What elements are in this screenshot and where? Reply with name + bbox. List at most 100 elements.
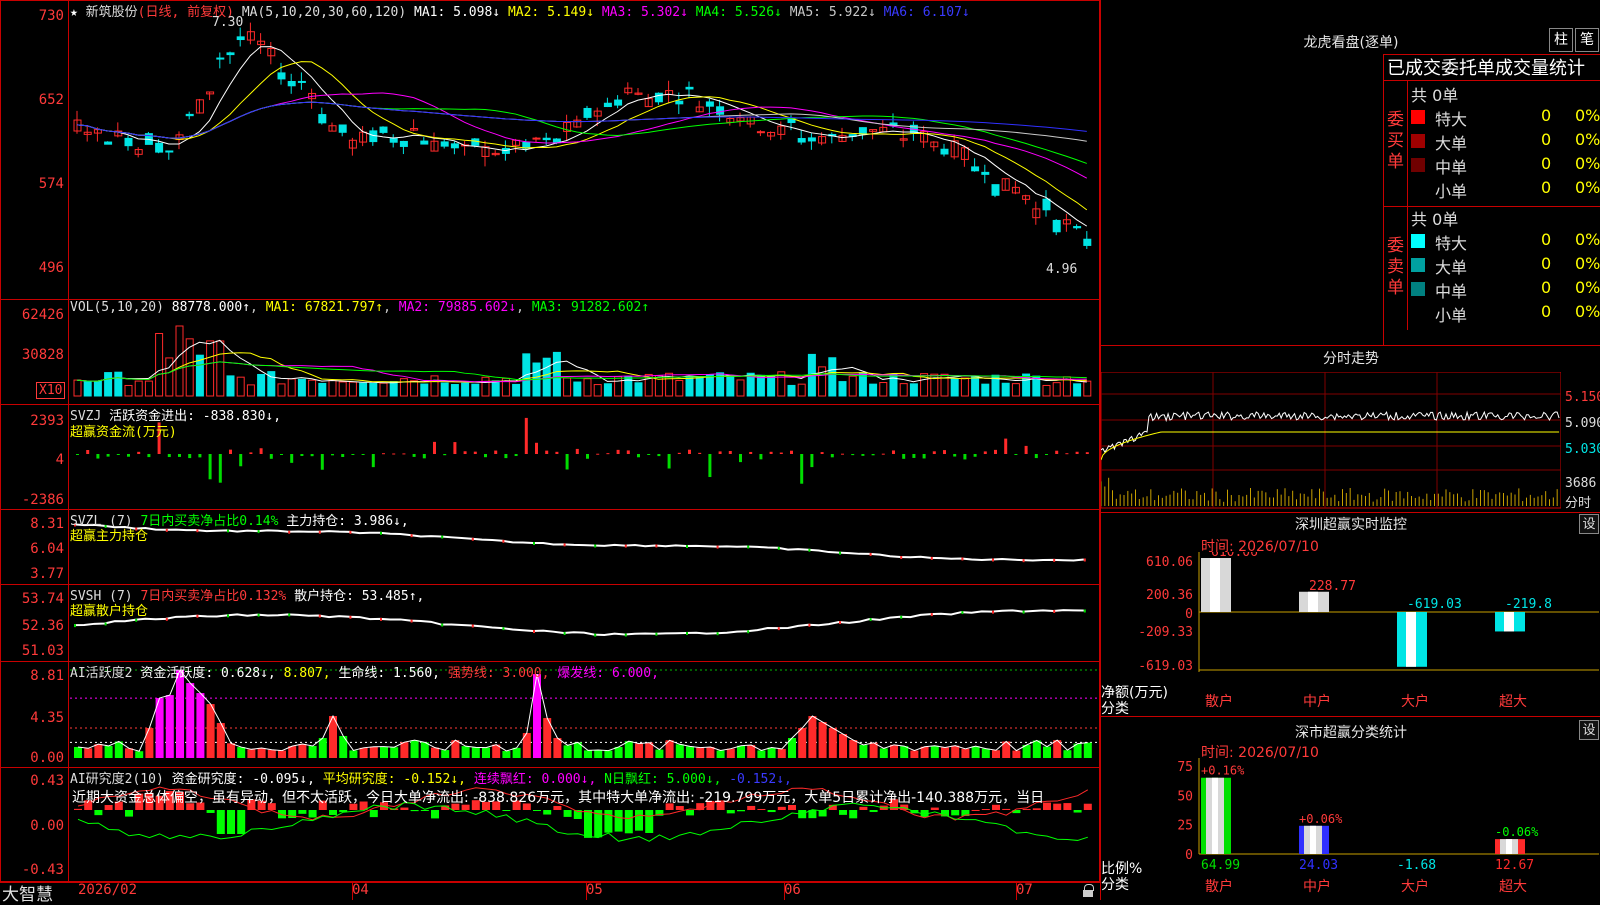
volume-bar bbox=[104, 372, 113, 397]
sz-monitor-category: 超大 bbox=[1499, 694, 1527, 710]
fund-flow-bar bbox=[494, 450, 498, 454]
volume-bar bbox=[440, 382, 449, 397]
fund-flow-bar bbox=[667, 454, 671, 469]
ai-research-comment: 近期大资金总体偏空，虽有异动，但不太活跃，今日大单净流出: -838.826万元… bbox=[72, 790, 1045, 806]
fund-flow-bar bbox=[830, 454, 834, 458]
research-bar bbox=[757, 808, 766, 810]
retail-position-line-dot bbox=[686, 631, 688, 635]
volume-chart[interactable] bbox=[70, 318, 1100, 398]
activity-bar bbox=[1032, 740, 1041, 758]
main-position-line-dot bbox=[502, 539, 505, 543]
fund-flow-bar bbox=[239, 454, 243, 467]
candle-body bbox=[93, 129, 102, 134]
main-position-line-dot bbox=[624, 544, 627, 548]
sell-row-pct: 0% bbox=[1575, 278, 1600, 297]
activity-bar bbox=[594, 750, 603, 758]
activity-bar bbox=[227, 743, 235, 758]
volume-bar bbox=[685, 375, 694, 397]
main-position-line bbox=[73, 523, 1084, 562]
activity-bar bbox=[767, 747, 776, 758]
volume-bar bbox=[705, 374, 714, 397]
kline-header: ★ 新筑股份(日线, 前复权) MA(5,10,20,30,60,120) MA… bbox=[70, 1, 970, 20]
research-bar bbox=[227, 810, 235, 834]
volume-bar bbox=[583, 378, 592, 397]
activity-bar bbox=[696, 747, 705, 758]
research-bar bbox=[1022, 809, 1031, 811]
bar-view-button[interactable]: 柱 bbox=[1549, 28, 1573, 52]
research-bar bbox=[1073, 810, 1082, 813]
candle-body bbox=[420, 140, 429, 145]
sz-monitor-bar-highlight bbox=[1406, 612, 1416, 667]
fund-flow-bar bbox=[504, 454, 508, 459]
sell-row-count: 0 bbox=[1541, 302, 1552, 321]
fund-flow-bar bbox=[341, 454, 345, 458]
fund-flow-bar bbox=[718, 451, 722, 454]
retail-position-line-dot bbox=[930, 613, 933, 617]
volume-bar bbox=[450, 384, 459, 397]
vol-unit-box: X10 bbox=[36, 382, 66, 399]
retail-position-line-dot bbox=[747, 630, 750, 634]
fund-flow-bar bbox=[759, 454, 763, 460]
buy-row-pct: 0% bbox=[1575, 154, 1600, 173]
candle-body bbox=[542, 137, 551, 141]
volume-bar bbox=[1001, 382, 1010, 397]
fund-flow-bar bbox=[249, 452, 253, 454]
fund-flow-bar bbox=[647, 454, 651, 455]
activity-bar bbox=[624, 741, 633, 758]
main-chart-area[interactable]: ★ 新筑股份(日线, 前复权) MA(5,10,20,30,60,120) MA… bbox=[0, 0, 1100, 905]
fund-flow-bar bbox=[708, 454, 712, 478]
intraday-price-tick: 5.030 bbox=[1565, 442, 1600, 457]
volume-bar bbox=[675, 380, 684, 397]
research-bar bbox=[298, 810, 307, 814]
kline-chart[interactable] bbox=[70, 20, 1100, 298]
sz-monitor-ytick: -209.33 bbox=[1138, 625, 1193, 640]
sz-monitor-chart[interactable]: 610.06 200.36 0 -209.33 -619.03 610.06 散户 228.7… bbox=[1101, 552, 1600, 718]
sz-monitor-bar-highlight bbox=[1308, 591, 1318, 612]
x-axis-bar bbox=[0, 882, 1100, 901]
ai-research-ytick: 0.00 bbox=[30, 818, 64, 834]
sz-monitor-bar-highlight bbox=[1504, 612, 1514, 632]
fund-flow-bar bbox=[1024, 445, 1028, 454]
volume-bar bbox=[155, 332, 164, 397]
activity-line bbox=[77, 669, 1088, 752]
ma-line bbox=[76, 92, 1088, 179]
fund-flow-bar bbox=[208, 454, 212, 480]
candle-body bbox=[318, 114, 327, 124]
ai-research-name: AI研究度2(10) bbox=[70, 772, 164, 787]
volume-bar bbox=[410, 380, 419, 397]
research-bar bbox=[635, 810, 643, 831]
main-position-line-dot bbox=[594, 544, 597, 548]
sz-class-settings-button[interactable]: 设 bbox=[1579, 720, 1599, 740]
vol-ma1: MA1: 67821.797↑ bbox=[265, 300, 384, 315]
retail-position-line-dot bbox=[655, 632, 658, 636]
retail-position-line-dot bbox=[777, 627, 780, 631]
sz-monitor-bottom-border bbox=[1101, 716, 1600, 717]
sz-monitor-value-label: 228.77 bbox=[1309, 579, 1356, 594]
star-icon[interactable]: ★ bbox=[70, 5, 86, 20]
sz-monitor-ytick: -619.03 bbox=[1138, 659, 1193, 674]
ma-line bbox=[76, 61, 1088, 211]
svzl-ytick: 8.31 bbox=[30, 516, 64, 532]
svsh-subtitle: 超赢散户持仓 bbox=[70, 604, 149, 619]
fund-flow-bar bbox=[698, 452, 702, 454]
fund-flow-bar bbox=[351, 454, 355, 455]
sz-monitor-settings-button[interactable]: 设 bbox=[1579, 514, 1599, 534]
dragon-title: 龙虎看盘(逐单) bbox=[1303, 35, 1399, 51]
activity-bar bbox=[441, 750, 450, 758]
fund-flow-bar bbox=[688, 449, 691, 454]
order-stats-divider bbox=[1407, 80, 1408, 330]
research-bar bbox=[930, 807, 939, 810]
activity-bar bbox=[482, 747, 490, 758]
x-axis-tick bbox=[586, 882, 587, 900]
fund-flow-bar bbox=[790, 450, 793, 454]
intraday-chart[interactable] bbox=[1101, 372, 1561, 510]
fund-flow-bar bbox=[229, 449, 232, 454]
tick-view-button[interactable]: 笔 bbox=[1575, 28, 1599, 52]
svzj-chart[interactable] bbox=[70, 410, 1100, 508]
activity-bar bbox=[869, 742, 878, 758]
intraday-price-tick: 5.150 bbox=[1565, 390, 1600, 405]
research-bar bbox=[502, 810, 511, 811]
volume-bar bbox=[563, 377, 572, 397]
sz-class-chart[interactable]: 75 50 25 0 +0.16% 64.99 散户 +0.06% 24.03 中户 -1.68 大户… bbox=[1101, 758, 1600, 900]
fund-flow-bar bbox=[96, 454, 100, 459]
